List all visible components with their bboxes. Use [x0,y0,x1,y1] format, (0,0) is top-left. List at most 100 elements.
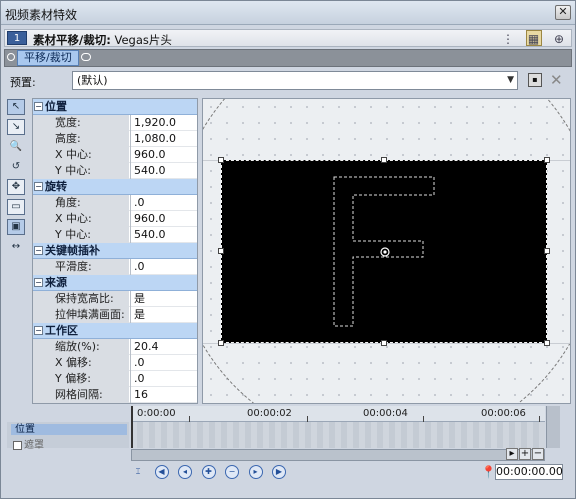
normal-edit-tool-icon[interactable]: ↖ [7,99,25,115]
zoom-minus-button[interactable]: − [532,448,544,460]
property-name: X 中心: [33,147,129,163]
property-value[interactable]: 16 [130,387,197,403]
resize-handle[interactable] [544,157,550,163]
property-row[interactable]: Y 偏移: .0 [33,371,197,387]
property-group-header[interactable]: − 旋转 [33,179,197,195]
window-title: 视频素材特效 [5,8,78,22]
resize-handle[interactable] [381,340,387,346]
plugin-tab-pan-crop[interactable]: 平移/裁切 [17,50,79,66]
timeline-vertical-scrollbar[interactable] [546,406,560,448]
sync-cursor-icon[interactable]: ⌶ [131,465,145,479]
collapse-icon[interactable]: − [34,326,43,335]
resize-handle[interactable] [218,248,224,254]
property-value[interactable]: 1,920.0 [130,115,197,131]
resize-handle[interactable] [381,157,387,163]
delete-keyframe-button[interactable]: − [225,465,239,479]
track-header: 位置 遮罩 [7,422,129,451]
property-value[interactable]: 是 [130,291,197,307]
property-row[interactable]: 高度: 1,080.0 [33,131,197,147]
resize-handle[interactable] [218,340,224,346]
save-preset-icon[interactable]: ▪ [528,73,542,87]
preset-label: 预置: [10,76,36,89]
property-group-title: 来源 [45,276,67,289]
property-row[interactable]: Y 中心: 540.0 [33,227,197,243]
property-group-header[interactable]: − 关键帧插补 [33,243,197,259]
property-row[interactable]: 保持宽高比: 是 [33,291,197,307]
add-keyframe-button[interactable]: ✚ [201,465,216,479]
property-row[interactable]: 缩放(%): 20.4 [33,339,197,355]
menu-dots-icon[interactable]: ⋮ [500,31,516,47]
prev-keyframe-button[interactable]: ◂ [178,465,192,479]
time-ruler[interactable]: 0:00:00 00:00:02 00:00:04 00:00:06 [131,406,545,422]
property-name: Y 中心: [33,163,129,179]
center-move-icon[interactable]: ✥ [7,179,25,195]
property-value[interactable]: 1,080.0 [130,131,197,147]
property-name: 宽度: [33,115,129,131]
property-value[interactable]: 540.0 [130,227,197,243]
property-group-header[interactable]: − 位置 [33,99,197,115]
property-value[interactable]: 是 [130,307,197,323]
crop-frame[interactable] [221,160,547,343]
mask-checkbox[interactable] [13,440,22,450]
collapse-icon[interactable]: − [34,182,43,191]
current-time-field[interactable]: 00:00:00.00 [495,464,563,480]
property-value[interactable]: 20.4 [130,339,197,355]
ruler-tick-label: 00:00:06 [481,408,526,419]
preview-canvas[interactable] [202,98,571,404]
property-group-header[interactable]: − 工作区 [33,323,197,339]
property-value[interactable]: 960.0 [130,211,197,227]
zoom-tool-icon[interactable]: 🔍 [7,139,25,155]
property-group-header[interactable]: − 来源 [33,275,197,291]
zoom-in-button[interactable]: + [519,448,531,460]
lock-aspect-icon[interactable]: ▭ [7,199,25,215]
preset-dropdown[interactable]: (默认) ▼ [72,71,518,90]
keyframe-track[interactable] [131,422,545,448]
timeline-horizontal-scrollbar[interactable] [131,449,545,461]
resize-handle[interactable] [544,248,550,254]
property-value[interactable]: .0 [130,355,197,371]
chain-index-badge[interactable]: 1 [7,31,27,45]
property-row[interactable]: 拉伸填满画面: 是 [33,307,197,323]
property-name: 高度: [33,131,129,147]
property-row[interactable]: 平滑度: .0 [33,259,197,275]
property-row[interactable]: X 偏移: .0 [33,355,197,371]
property-name: 保持宽高比: [33,291,129,307]
collapse-icon[interactable]: − [34,102,43,111]
next-keyframe-button[interactable]: ▸ [248,465,263,479]
property-value[interactable]: .0 [130,195,197,211]
first-keyframe-button[interactable]: ◀ [154,465,169,479]
last-keyframe-button[interactable]: ▶ [272,465,286,479]
size-about-center-icon[interactable]: ▣ [7,219,25,235]
close-button[interactable]: ✕ [555,5,571,20]
keyframe-timeline: 0:00:00 00:00:02 00:00:04 00:00:06 位置 遮罩… [5,406,571,496]
property-name: X 偏移: [33,355,129,371]
property-row[interactable]: 角度: .0 [33,195,197,211]
collapse-icon[interactable]: − [34,278,43,287]
plugin-chain-icon[interactable]: ⊕ [551,31,567,47]
resize-handle[interactable] [544,340,550,346]
zoom-out-button[interactable]: ▸ [506,448,518,460]
property-row[interactable]: 宽度: 1,920.0 [33,115,197,131]
chain-title-bold: 素材平移/裁切: [33,33,111,47]
property-row[interactable]: Y 中心: 540.0 [33,163,197,179]
move-free-icon[interactable]: ↔ [7,239,25,255]
property-row[interactable]: X 中心: 960.0 [33,211,197,227]
grid-view-icon[interactable]: ▦ [525,30,542,46]
lock-cursor-icon[interactable]: 📍 [481,465,496,479]
property-value[interactable]: .0 [130,371,197,387]
pointer-tool-icon[interactable]: ↘ [7,119,25,135]
property-row[interactable]: X 中心: 960.0 [33,147,197,163]
dropdown-arrow-icon[interactable]: ▼ [507,72,514,89]
collapse-icon[interactable]: − [34,246,43,255]
delete-preset-icon[interactable]: ✕ [550,71,563,89]
ruler-tick-label: 00:00:04 [363,408,408,419]
playhead-cursor[interactable] [131,406,133,448]
property-value[interactable]: 960.0 [130,147,197,163]
property-row[interactable]: 网格间隔: 16 [33,387,197,403]
track-label-position[interactable]: 位置 [11,424,127,435]
property-name: Y 偏移: [33,371,129,387]
rotate-tool-icon[interactable]: ↺ [7,159,25,175]
resize-handle[interactable] [218,157,224,163]
property-value[interactable]: .0 [130,259,197,275]
property-value[interactable]: 540.0 [130,163,197,179]
